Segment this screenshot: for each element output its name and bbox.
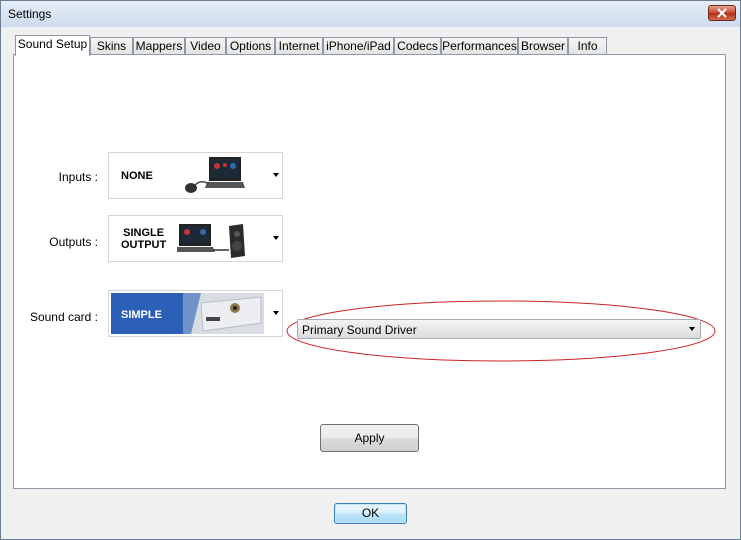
tab-label: Skins xyxy=(96,39,127,53)
sound-card-label: Sound card : xyxy=(29,310,98,324)
tab-options[interactable]: Options xyxy=(226,37,275,54)
outputs-label: Outputs : xyxy=(49,235,98,249)
tab-internet[interactable]: Internet xyxy=(275,37,323,54)
title-bar[interactable]: Settings xyxy=(1,1,740,27)
sound-card-value: SIMPLE xyxy=(121,309,162,321)
ok-button-label: OK xyxy=(361,506,380,520)
tab-mappers[interactable]: Mappers xyxy=(133,37,185,54)
tab-label: Info xyxy=(577,39,598,53)
ok-button[interactable]: OK xyxy=(334,503,407,524)
outputs-value: SINGLE OUTPUT xyxy=(121,227,166,251)
close-icon xyxy=(717,8,727,18)
laptop-mouse-icon xyxy=(185,157,245,193)
inputs-selector[interactable]: NONE xyxy=(108,152,283,199)
outputs-value-line2: OUTPUT xyxy=(121,239,167,251)
tab-label: Browser xyxy=(520,39,565,53)
tab-codecs[interactable]: Codecs xyxy=(394,37,441,54)
chevron-down-icon xyxy=(273,311,279,315)
tab-label: Codecs xyxy=(397,39,438,53)
laptop-speaker-icon xyxy=(177,224,245,258)
tab-label: Sound Setup xyxy=(17,37,88,51)
tab-browser[interactable]: Browser xyxy=(518,37,568,54)
tab-label: Options xyxy=(229,39,272,53)
apply-button-label: Apply xyxy=(354,431,385,445)
tab-video[interactable]: Video xyxy=(185,37,226,54)
sound-driver-dropdown[interactable]: Primary Sound Driver xyxy=(297,319,701,339)
tab-sound-setup[interactable]: Sound Setup xyxy=(15,35,90,56)
tab-iphone-ipad[interactable]: iPhone/iPad xyxy=(323,37,394,54)
tab-skins[interactable]: Skins xyxy=(90,37,133,54)
settings-window: Settings Sound Setup Skins Mappers Video… xyxy=(0,0,741,540)
tab-label: Internet xyxy=(278,39,320,53)
client-area: Sound Setup Skins Mappers Video Options … xyxy=(1,27,740,539)
chevron-down-icon xyxy=(273,173,279,177)
chevron-down-icon xyxy=(273,236,279,240)
outputs-value-line1: SINGLE xyxy=(123,227,165,239)
inputs-label: Inputs : xyxy=(58,170,98,184)
tab-performances[interactable]: Performances xyxy=(441,37,518,54)
tab-info[interactable]: Info xyxy=(568,37,607,54)
sound-card-selector[interactable]: SIMPLE xyxy=(108,290,283,337)
sound-driver-value: Primary Sound Driver xyxy=(302,323,417,337)
close-button[interactable] xyxy=(708,5,736,21)
chevron-down-icon xyxy=(689,327,695,331)
outputs-selector[interactable]: SINGLE OUTPUT xyxy=(108,215,283,262)
apply-button[interactable]: Apply xyxy=(320,424,419,452)
window-title: Settings xyxy=(8,7,52,21)
sound-setup-panel: Inputs : NONE Outputs : SINGLE OUTPUT So… xyxy=(13,54,726,489)
tab-label: Mappers xyxy=(135,39,183,53)
inputs-value: NONE xyxy=(121,170,153,182)
tab-label: Performances xyxy=(442,39,517,53)
tab-label: Video xyxy=(190,39,221,53)
tab-label: iPhone/iPad xyxy=(326,39,391,53)
